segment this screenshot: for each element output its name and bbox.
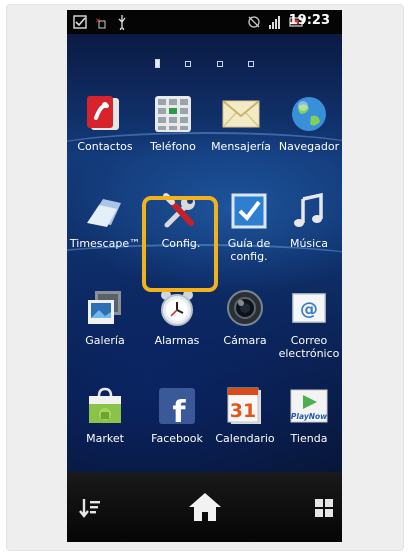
app-timescape[interactable]: Timescape™ <box>70 177 140 273</box>
page-dot[interactable] <box>216 61 223 67</box>
playnow-badge-text: PlayNow <box>291 412 327 421</box>
alarm-clock-icon <box>161 290 193 326</box>
sim-icon: ✕ <box>95 17 106 29</box>
setup-guide-icon <box>231 193 267 229</box>
apps-grid-icon[interactable] <box>314 498 334 518</box>
app-label: Contactos <box>77 140 133 153</box>
rotate-icon <box>248 16 260 28</box>
app-correo[interactable]: @ Correo electrónico <box>274 274 342 370</box>
app-navegador[interactable]: Navegador <box>274 80 342 176</box>
home-screen: Contactos Teléfono Mensajería Navegador … <box>67 34 342 472</box>
app-label: Facebook <box>151 432 203 445</box>
navigation-bar <box>67 472 342 542</box>
signal-icon <box>269 16 280 29</box>
timescape-icon <box>87 199 121 227</box>
market-bag-icon <box>89 387 121 423</box>
email-icon: @ <box>292 293 326 323</box>
checkbox-icon <box>73 15 87 29</box>
playnow-store-icon: PlayNow <box>290 389 328 423</box>
app-label: Navegador <box>278 140 340 153</box>
app-galeria[interactable]: Galería <box>70 274 140 370</box>
gallery-icon <box>88 291 121 324</box>
page-indicator <box>67 52 342 71</box>
contacts-icon <box>87 96 119 130</box>
page-dot[interactable] <box>247 61 254 67</box>
app-label: Alarmas <box>154 334 200 347</box>
envelope-icon <box>222 100 260 128</box>
app-label: Tienda <box>290 432 328 445</box>
app-contactos[interactable]: Contactos <box>70 80 140 176</box>
svg-text:f: f <box>172 395 186 426</box>
page-dot[interactable] <box>185 61 192 67</box>
home-icon[interactable] <box>187 491 223 523</box>
app-label: Mensajería <box>211 140 271 153</box>
app-market[interactable]: Market <box>70 372 140 468</box>
app-label: Market <box>86 432 124 445</box>
facebook-icon: f <box>159 388 195 426</box>
calendar-day-number: 31 <box>230 400 256 422</box>
status-bar: ✕ 19:23 <box>67 10 342 34</box>
page-dot-active[interactable] <box>155 59 161 68</box>
calendar-icon: 31 <box>227 387 261 424</box>
svg-text:@: @ <box>300 299 318 320</box>
app-label: Correo electrónico <box>278 334 340 360</box>
usb-icon <box>118 15 126 30</box>
selected-app-highlight <box>142 196 218 292</box>
phone-keypad-icon <box>155 96 191 132</box>
app-tienda[interactable]: PlayNow Tienda <box>274 372 342 468</box>
app-calendario[interactable]: 31 Calendario <box>210 372 280 468</box>
clock-time: 19:23 <box>288 13 330 28</box>
phone-screen: ✕ 19:23 Contactos Teléfono Mensajería Na… <box>67 10 342 542</box>
app-musica[interactable]: Música <box>274 177 342 273</box>
app-telefono[interactable]: Teléfono <box>138 80 208 176</box>
globe-icon <box>292 97 326 131</box>
music-note-icon <box>294 192 323 227</box>
app-label: Música <box>289 237 329 250</box>
app-label: Galería <box>85 334 125 347</box>
app-label: Teléfono <box>150 140 196 153</box>
app-label: Timescape™ <box>69 237 141 250</box>
app-mensajeria[interactable]: Mensajería <box>206 80 276 176</box>
app-facebook[interactable]: f Facebook <box>142 372 212 468</box>
sort-icon[interactable] <box>79 497 101 519</box>
camera-icon <box>227 290 263 326</box>
